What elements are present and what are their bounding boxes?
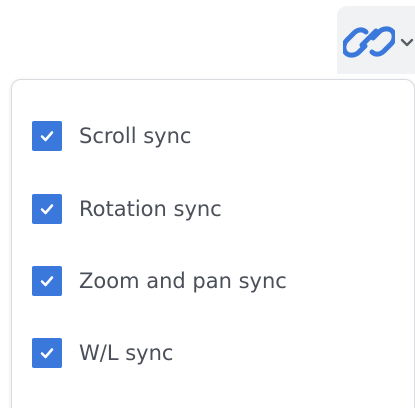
sync-options-dropdown: Scroll sync Rotation sync Zoom and pan s… [11, 79, 415, 408]
rotation-sync-checkbox[interactable] [32, 194, 62, 224]
scroll-sync-checkbox[interactable] [32, 121, 62, 151]
wl-sync-checkbox[interactable] [32, 338, 62, 368]
rotation-sync-label: Rotation sync [79, 196, 222, 221]
zoom-and-pan-sync-option[interactable]: Zoom and pan sync [32, 264, 392, 298]
rotation-sync-option[interactable]: Rotation sync [32, 192, 392, 226]
sync-dropdown-trigger[interactable] [337, 6, 415, 74]
wl-sync-option[interactable]: W/L sync [32, 336, 392, 370]
checkmark-icon [40, 348, 54, 359]
checkmark-icon [40, 276, 54, 287]
scroll-sync-label: Scroll sync [79, 123, 192, 148]
checkmark-icon [40, 131, 54, 142]
link-icon [343, 26, 395, 58]
chevron-down-icon [400, 38, 414, 47]
wl-sync-label: W/L sync [79, 340, 174, 365]
zoom-and-pan-sync-checkbox[interactable] [32, 266, 62, 296]
zoom-and-pan-sync-label: Zoom and pan sync [79, 268, 287, 293]
sync-menu-screen: Scroll sync Rotation sync Zoom and pan s… [0, 0, 415, 408]
scroll-sync-option[interactable]: Scroll sync [32, 119, 392, 153]
checkmark-icon [40, 204, 54, 215]
